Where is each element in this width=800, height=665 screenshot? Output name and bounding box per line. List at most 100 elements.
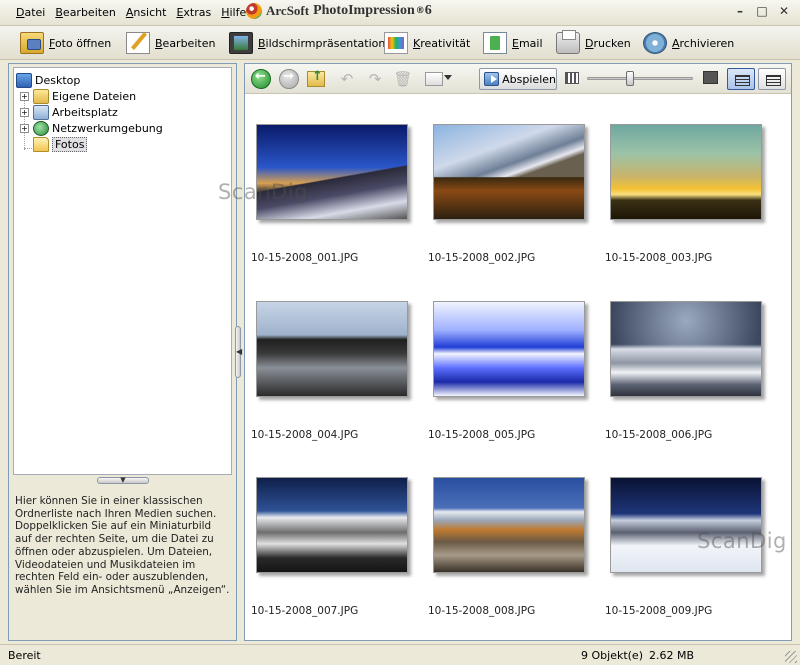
status-bar: Bereit 9 Objekt(e) 2.62 MB: [0, 644, 800, 665]
maximize-button[interactable]: □: [754, 4, 770, 20]
email-button[interactable]: Email: [483, 30, 543, 56]
thumbnail-item[interactable]: 10-15-2008_009.JPG: [599, 448, 776, 617]
folder-icon: [33, 136, 49, 152]
photo-thumbnail[interactable]: [433, 124, 585, 220]
print-button[interactable]: Drucken: [556, 30, 631, 56]
thumbnail-item[interactable]: 10-15-2008_003.JPG: [599, 95, 776, 264]
rotate-left-icon[interactable]: ↶: [337, 69, 357, 89]
open-photo-icon: [20, 32, 44, 54]
slideshow-icon: [229, 32, 253, 54]
rotate-right-icon[interactable]: ↷: [365, 69, 385, 89]
thumbnail-grid: 10-15-2008_001.JPG 10-15-2008_002.JPG 10…: [245, 95, 791, 640]
play-icon: [484, 72, 500, 86]
slideshow-button[interactable]: Bildschirmpräsentation: [229, 30, 385, 56]
photo-thumbnail[interactable]: [256, 477, 408, 573]
tree-item-label: Netzwerkumgebung: [52, 121, 163, 135]
thumbnail-item[interactable]: 10-15-2008_006.JPG: [599, 272, 776, 441]
minimize-button[interactable]: –: [732, 4, 748, 20]
menu-datei[interactable]: Datei: [16, 6, 45, 19]
collapse-left-panel-handle[interactable]: ◀: [235, 326, 242, 378]
network-globe-icon: [33, 120, 49, 136]
thumbnail-filename: 10-15-2008_004.JPG: [251, 429, 359, 441]
app-brand: ArcSoft: [266, 3, 310, 18]
thumbnail-filename: 10-15-2008_009.JPG: [605, 605, 713, 617]
help-text: Hier können Sie in einer klassischen Ord…: [15, 495, 230, 596]
slideshow-label: Bildschirmpräsentation: [258, 36, 386, 50]
thumbnail-filename: 10-15-2008_006.JPG: [605, 429, 713, 441]
browser-toolbar: ↶ ↷ 🗑 Abspielen: [245, 64, 791, 94]
view-select-icon[interactable]: [425, 72, 443, 86]
edit-button[interactable]: Bearbeiten: [126, 30, 215, 56]
expand-plus-icon[interactable]: +: [20, 107, 29, 117]
tree-item-my-documents[interactable]: + Eigene Dateien: [20, 88, 136, 104]
status-text: Bereit: [8, 649, 41, 662]
creativity-icon: [384, 32, 408, 54]
print-label: Drucken: [585, 36, 631, 50]
watermark: ScanDig: [218, 180, 308, 204]
archive-button[interactable]: Archivieren: [643, 30, 734, 56]
watermark: ScanDig: [697, 529, 787, 553]
left-panel: Desktop + Eigene Dateien + Arbeitsplatz …: [8, 63, 237, 641]
thumbnail-item[interactable]: 10-15-2008_005.JPG: [422, 272, 599, 441]
thumbnail-filename: 10-15-2008_005.JPG: [428, 429, 536, 441]
tree-item-label: Eigene Dateien: [52, 89, 137, 103]
object-count: 9 Objekt(e): [581, 649, 643, 662]
desktop-icon: [16, 72, 32, 88]
zoom-slider[interactable]: [587, 77, 693, 80]
thumbnail-item[interactable]: 10-15-2008_008.JPG: [422, 448, 599, 617]
my-computer-icon: [33, 104, 49, 120]
thumbnail-view-button[interactable]: [727, 68, 755, 90]
thumbnail-item[interactable]: 10-15-2008_004.JPG: [245, 272, 422, 441]
right-panel: ↶ ↷ 🗑 Abspielen 10-15-2008_001.JPG 10-15…: [244, 63, 792, 641]
my-documents-icon: [33, 88, 49, 104]
photo-thumbnail[interactable]: [256, 301, 408, 397]
delete-icon[interactable]: 🗑: [393, 69, 413, 89]
back-button[interactable]: [251, 69, 271, 89]
resize-grip-icon[interactable]: [785, 651, 797, 663]
forward-button[interactable]: [279, 69, 299, 89]
tree-item-network[interactable]: + Netzwerkumgebung: [20, 120, 163, 136]
zoom-slider-thumb[interactable]: [626, 71, 635, 86]
photo-thumbnail[interactable]: [433, 301, 585, 397]
thumbnail-filename: 10-15-2008_008.JPG: [428, 605, 536, 617]
thumbnail-item[interactable]: 10-15-2008_007.JPG: [245, 448, 422, 617]
menu-hilfe[interactable]: Hilfe: [221, 6, 246, 19]
email-label: Email: [512, 36, 543, 50]
photo-thumbnail[interactable]: [256, 124, 408, 220]
creativity-button[interactable]: Kreativität: [384, 30, 470, 56]
play-button[interactable]: Abspielen: [479, 68, 557, 90]
play-label: Abspielen: [502, 72, 556, 86]
menu-bearbeiten[interactable]: Bearbeiten: [55, 6, 115, 19]
expand-plus-icon[interactable]: +: [20, 91, 29, 101]
photo-thumbnail[interactable]: [610, 124, 762, 220]
collapse-help-handle[interactable]: ▼: [97, 477, 149, 484]
menu-ansicht[interactable]: Ansicht: [126, 6, 167, 19]
creativity-label: Kreativität: [413, 36, 471, 50]
details-view-button[interactable]: [758, 68, 786, 90]
photo-thumbnail[interactable]: [433, 477, 585, 573]
expand-plus-icon[interactable]: +: [20, 123, 29, 133]
tree-item-desktop[interactable]: Desktop: [16, 72, 80, 88]
tree-item-photos[interactable]: Fotos: [33, 136, 88, 152]
tree-item-my-computer[interactable]: + Arbeitsplatz: [20, 104, 118, 120]
open-photo-button[interactable]: Foto öffnen: [20, 30, 111, 56]
thumbnail-filename: 10-15-2008_002.JPG: [428, 252, 536, 264]
tree-item-label: Fotos: [52, 136, 88, 152]
photo-thumbnail[interactable]: [610, 301, 762, 397]
chevron-down-icon[interactable]: [444, 75, 452, 80]
thumbnail-item[interactable]: 10-15-2008_001.JPG: [245, 95, 422, 264]
printer-icon: [556, 30, 580, 54]
app-title: ArcSoft PhotoImpression ® 6: [246, 3, 432, 19]
open-photo-label: Foto öffnen: [49, 36, 112, 50]
arcsoft-logo-icon: [246, 3, 262, 19]
photo-thumbnail[interactable]: [610, 477, 762, 573]
tree-item-label: Arbeitsplatz: [52, 105, 118, 119]
close-button[interactable]: ✕: [776, 4, 792, 20]
main-toolbar: Foto öffnen Bearbeiten Bildschirmpräsent…: [0, 26, 800, 60]
thumbnail-item[interactable]: 10-15-2008_002.JPG: [422, 95, 599, 264]
folder-up-button[interactable]: [307, 69, 325, 87]
thumbnail-filename: 10-15-2008_007.JPG: [251, 605, 359, 617]
window-controls: – □ ✕: [732, 4, 792, 20]
menu-extras[interactable]: Extras: [176, 6, 211, 19]
email-icon: [483, 32, 507, 54]
